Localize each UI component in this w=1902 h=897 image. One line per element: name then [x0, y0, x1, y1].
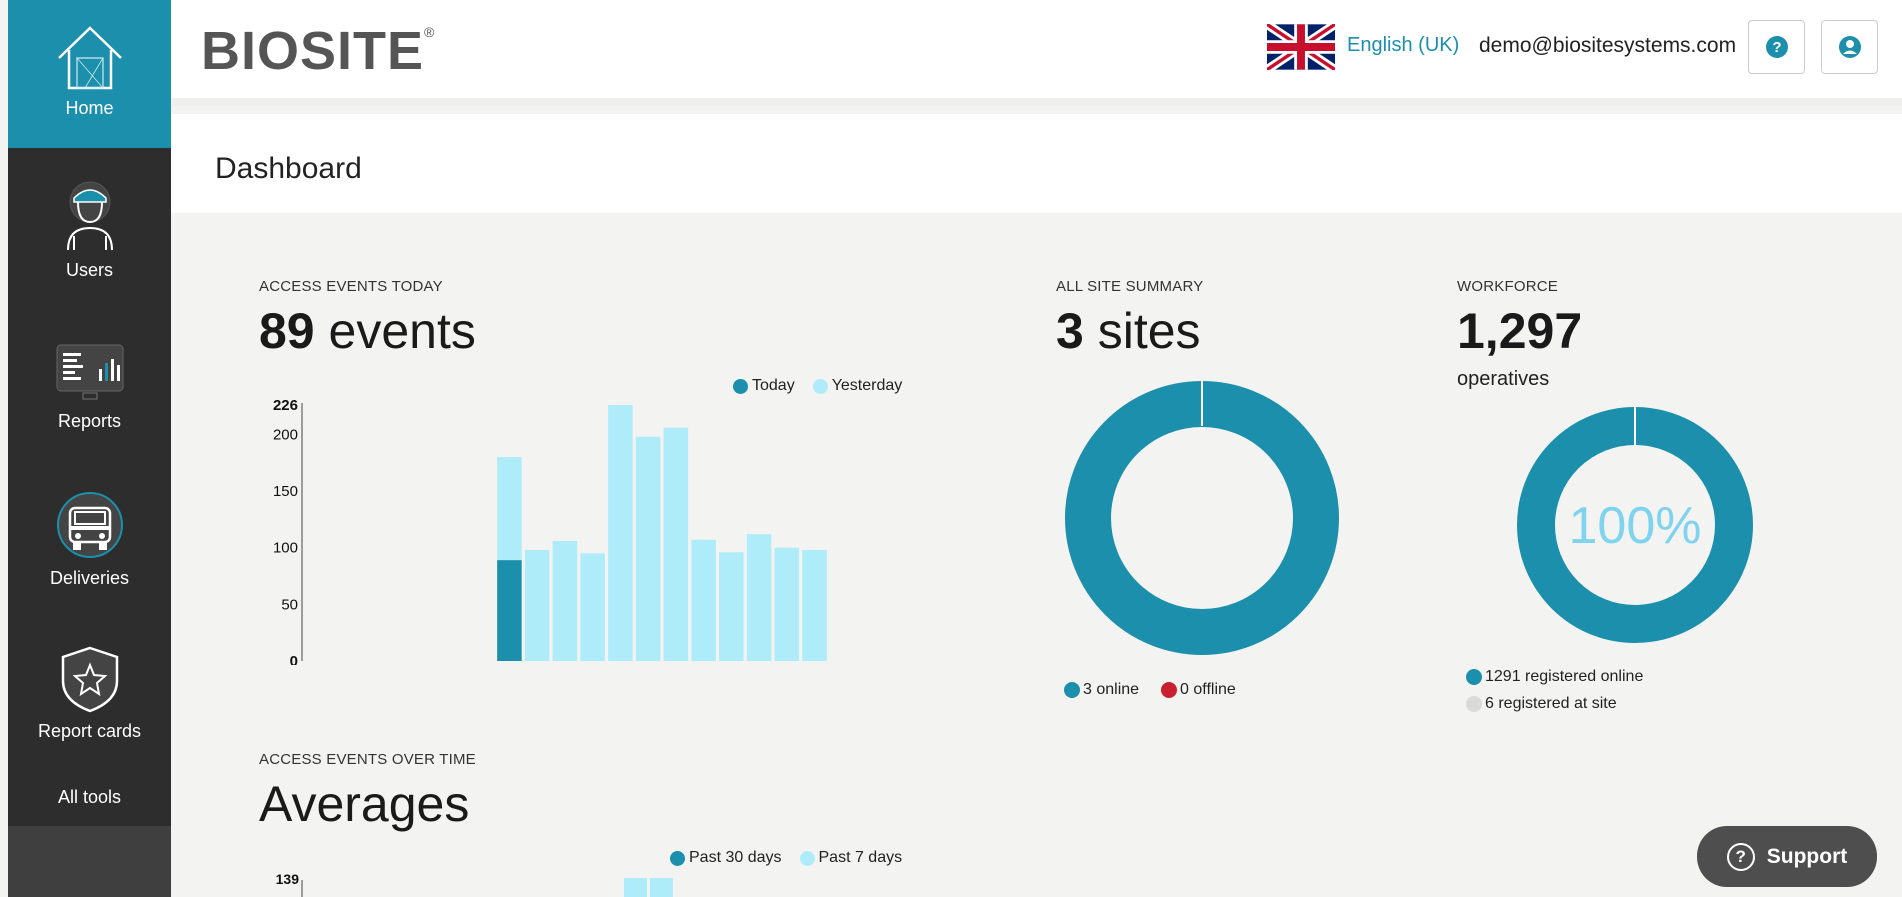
- legend-7days: Past 7 days: [818, 849, 903, 866]
- legend-yesterday-swatch: [812, 378, 828, 394]
- sites-unit: sites: [1097, 303, 1201, 359]
- uk-flag-icon[interactable]: [1267, 24, 1335, 70]
- chart-bar-yesterday: [663, 427, 689, 661]
- access-events-chart: 0501001502002260:005:0011:0017:0023:00: [273, 397, 827, 665]
- user-email: demo@biositesystems.com: [1479, 34, 1737, 57]
- title-bar: Dashboard: [171, 114, 1902, 213]
- workforce-legend-site-row: 6 registered at site: [1466, 695, 1617, 713]
- legend-registered-online: 1291 registered online: [1485, 668, 1644, 685]
- sidebar-item-label: Reports: [57, 411, 122, 431]
- sidebar-item-label: Deliveries: [49, 568, 130, 588]
- site-summary-label: ALL SITE SUMMARY: [1056, 278, 1204, 295]
- averages-title: Averages: [259, 776, 470, 832]
- averages-bar: [624, 878, 647, 897]
- sidebar-item-report-cards[interactable]: Report cards: [8, 645, 171, 742]
- chart-bar-yesterday: [635, 436, 661, 661]
- support-help-icon: ?: [1726, 842, 1755, 871]
- chart-y-tick-label: 200: [273, 426, 298, 443]
- truck-icon: [56, 492, 123, 558]
- sites-count: 3 sites: [1056, 302, 1201, 360]
- averages-legend: Past 30 days Past 7 days: [670, 849, 902, 867]
- svg-text:?: ?: [1772, 39, 1781, 56]
- sidebar-item-users[interactable]: Users: [8, 180, 171, 281]
- legend-30days-swatch: [670, 850, 685, 866]
- workforce-legend-online-row: 1291 registered online: [1466, 668, 1643, 686]
- sidebar-item-all-tools[interactable]: All tools: [8, 782, 171, 826]
- chart-bar-yesterday: [608, 405, 633, 661]
- chart-bar-yesterday: [802, 549, 827, 661]
- access-events-label: ACCESS EVENTS TODAY: [259, 278, 443, 295]
- chart-y-tick-label: 50: [281, 596, 298, 613]
- events-number: 89: [259, 303, 315, 359]
- legend-today-swatch: [733, 378, 748, 394]
- chart-bar-today: [497, 560, 522, 661]
- sidebar-item-home[interactable]: Home: [8, 0, 171, 148]
- support-button[interactable]: ? Support: [1697, 826, 1877, 887]
- sidebar-item-reports[interactable]: Reports: [8, 335, 171, 432]
- legend-registered-site-swatch: [1466, 696, 1482, 712]
- sidebar-item-label: Users: [65, 260, 113, 280]
- sidebar-item-label: Home: [65, 98, 114, 118]
- chart-y-tick-label: 0: [290, 653, 298, 665]
- biosite-logo[interactable]: BIOSITE®: [201, 20, 435, 82]
- events-unit: events: [328, 303, 476, 359]
- sidebar-footer: [8, 826, 171, 897]
- averages-chart: 139: [276, 871, 673, 897]
- legend-registered-online-swatch: [1466, 669, 1482, 685]
- chart-bar-yesterday: [746, 534, 772, 661]
- workforce-percentage: 100%: [1569, 497, 1702, 555]
- language-selector[interactable]: English (UK): [1347, 34, 1459, 57]
- star-shield-icon: [61, 646, 118, 713]
- sites-number: 3: [1056, 303, 1084, 359]
- access-events-count: 89 events: [259, 302, 476, 360]
- site-donut-chart: [1065, 380, 1339, 655]
- chart-bar-yesterday: [774, 547, 800, 661]
- workforce-number: 1,297: [1457, 303, 1583, 359]
- chart-y-tick-label: 226: [273, 397, 298, 414]
- page-title: Dashboard: [215, 152, 362, 185]
- chart-bar-yesterday: [524, 549, 550, 661]
- top-header: BIOSITE® English (UK) demo@biositesystem…: [171, 0, 1902, 106]
- support-label: Support: [1766, 844, 1848, 868]
- workforce-label: WORKFORCE: [1457, 278, 1558, 295]
- account-button[interactable]: [1821, 20, 1878, 74]
- averages-bar: [650, 878, 673, 897]
- legend-offline: 0 offline: [1180, 681, 1236, 698]
- chart-y-tick-label: 150: [273, 483, 298, 500]
- legend-7days-swatch: [799, 850, 815, 866]
- events-legend: Today Yesterday: [733, 377, 902, 395]
- sidebar-item-label: Report cards: [37, 721, 142, 741]
- help-icon: ?: [1765, 36, 1788, 58]
- legend-today: Today: [752, 377, 795, 394]
- legend-registered-site: 6 registered at site: [1485, 695, 1617, 712]
- sidebar-item-label: All tools: [57, 787, 122, 807]
- legend-online-swatch: [1064, 682, 1080, 698]
- legend-30days: Past 30 days: [689, 849, 782, 866]
- averages-label: ACCESS EVENTS OVER TIME: [259, 751, 476, 768]
- site-legend: 3 online 0 offline: [1064, 681, 1236, 699]
- reports-icon: [56, 344, 123, 400]
- sidebar: Home Users Reports Deliveries Report car…: [8, 0, 171, 897]
- chart-y-tick-label: 100: [273, 540, 298, 557]
- legend-online: 3 online: [1083, 681, 1140, 698]
- workforce-count: 1,297: [1457, 302, 1582, 360]
- account-icon: [1838, 36, 1861, 58]
- site-donut-online: [1065, 381, 1339, 655]
- sidebar-item-deliveries[interactable]: Deliveries: [8, 490, 171, 589]
- chart-bar-yesterday: [719, 552, 744, 661]
- averages-y-max: 139: [276, 871, 300, 887]
- chart-bar-yesterday: [580, 553, 605, 661]
- legend-offline-swatch: [1161, 682, 1178, 698]
- registered-mark: ®: [424, 24, 436, 40]
- logo-text: BIOSITE: [201, 21, 425, 81]
- workforce-donut-chart: 100%: [1517, 406, 1753, 643]
- chart-bar-yesterday: [552, 540, 578, 661]
- help-button[interactable]: ?: [1748, 20, 1805, 74]
- home-icon: [57, 26, 122, 90]
- worker-icon: [66, 181, 113, 251]
- legend-yesterday: Yesterday: [831, 377, 903, 394]
- chart-bar-yesterday: [691, 539, 716, 661]
- workforce-unit: operatives: [1457, 368, 1550, 390]
